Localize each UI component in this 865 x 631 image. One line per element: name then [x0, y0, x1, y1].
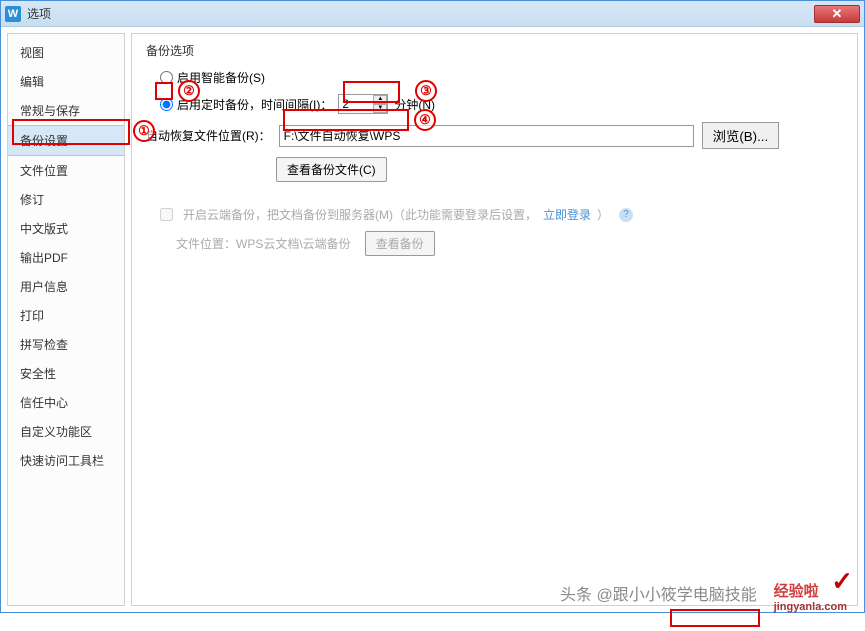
sidebar-item-chinese[interactable]: 中文版式	[8, 214, 124, 243]
cloud-path-label: 文件位置：WPS云文档\云端备份	[176, 235, 351, 252]
sidebar-item-general[interactable]: 常规与保存	[8, 96, 124, 125]
section-title: 备份选项	[146, 42, 843, 59]
cloud-checkbox	[160, 208, 173, 221]
help-icon[interactable]: ?	[619, 208, 633, 222]
cloud-label: 开启云端备份，把文档备份到服务器(M)（此功能需要登录后设置，	[183, 206, 537, 223]
recover-path-row: 自动恢复文件位置(R)： 浏览(B)...	[146, 122, 843, 149]
cloud-row: 开启云端备份，把文档备份到服务器(M)（此功能需要登录后设置， 立即登录 ） ?	[146, 206, 843, 223]
spin-down-button[interactable]: ▼	[373, 104, 387, 113]
watermark-jy-sub: jingyanla.com	[774, 601, 847, 613]
view-backup-button[interactable]: 查看备份文件(C)	[276, 157, 387, 182]
titlebar: W 选项 ✕	[1, 1, 864, 27]
window-title: 选项	[27, 5, 814, 22]
timed-backup-radio[interactable]: 启用定时备份，时间间隔(I)：	[160, 96, 332, 113]
spin-up-button[interactable]: ▲	[373, 95, 387, 104]
cloud-tail: ）	[597, 206, 609, 223]
timed-backup-row: 启用定时备份，时间间隔(I)： ▲ ▼ 分钟(N)	[146, 94, 843, 114]
close-button[interactable]: ✕	[814, 5, 860, 23]
content-panel: 备份选项 启用智能备份(S) 启用定时备份，时间间隔(I)： ▲ ▼	[131, 33, 858, 606]
login-link[interactable]: 立即登录	[543, 206, 591, 223]
app-icon: W	[5, 6, 21, 22]
sidebar-item-security[interactable]: 安全性	[8, 359, 124, 388]
body: 视图 编辑 常规与保存 备份设置 文件位置 修订 中文版式 输出PDF 用户信息…	[1, 27, 864, 612]
smart-backup-input[interactable]	[160, 71, 173, 84]
interval-wrap: ▲ ▼	[338, 94, 388, 114]
sidebar-item-edit[interactable]: 编辑	[8, 67, 124, 96]
sidebar-item-backup[interactable]: 备份设置	[8, 125, 124, 156]
sidebar-item-custom[interactable]: 自定义功能区	[8, 417, 124, 446]
sidebar-item-user[interactable]: 用户信息	[8, 272, 124, 301]
sidebar-item-quick[interactable]: 快速访问工具栏	[8, 446, 124, 475]
browse-button[interactable]: 浏览(B)...	[702, 122, 780, 149]
smart-backup-radio[interactable]: 启用智能备份(S)	[160, 69, 265, 86]
sidebar-item-print[interactable]: 打印	[8, 301, 124, 330]
sidebar-item-revision[interactable]: 修订	[8, 185, 124, 214]
options-window: W 选项 ✕ 视图 编辑 常规与保存 备份设置 文件位置 修订 中文版式 输出P…	[0, 0, 865, 613]
spinner: ▲ ▼	[373, 95, 387, 113]
timed-backup-label: 启用定时备份，时间间隔(I)：	[177, 96, 332, 113]
smart-backup-row: 启用智能备份(S)	[146, 69, 843, 86]
watermark-toutiao: 头条 @跟小小筱学电脑技能	[560, 581, 757, 605]
sidebar: 视图 编辑 常规与保存 备份设置 文件位置 修订 中文版式 输出PDF 用户信息…	[7, 33, 125, 606]
recover-path-input[interactable]	[279, 125, 694, 147]
sidebar-item-pdf[interactable]: 输出PDF	[8, 243, 124, 272]
anno-rect-bottom	[670, 609, 760, 627]
sidebar-item-spell[interactable]: 拼写检查	[8, 330, 124, 359]
view-backup-row: 查看备份文件(C)	[146, 157, 843, 182]
check-icon: ✓	[831, 566, 853, 597]
cloud-view-button: 查看备份	[365, 231, 435, 256]
sidebar-item-trust[interactable]: 信任中心	[8, 388, 124, 417]
watermark-jy-main: 经验啦	[774, 583, 819, 600]
smart-backup-label: 启用智能备份(S)	[177, 69, 265, 86]
sidebar-item-fileloc[interactable]: 文件位置	[8, 156, 124, 185]
timed-backup-input[interactable]	[160, 98, 173, 111]
recover-path-label: 自动恢复文件位置(R)：	[146, 127, 271, 144]
unit-label: 分钟(N)	[394, 96, 435, 113]
sidebar-item-view[interactable]: 视图	[8, 38, 124, 67]
cloud-path-row: 文件位置：WPS云文档\云端备份 查看备份	[146, 231, 843, 256]
